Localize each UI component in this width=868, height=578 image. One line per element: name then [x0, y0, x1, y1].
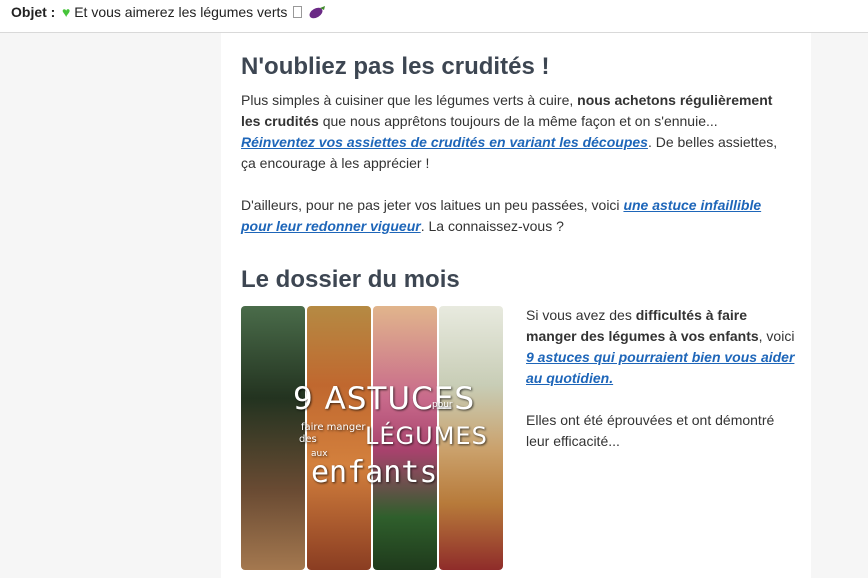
image-title-astuces: 9 ASTUCES	[293, 381, 475, 417]
subject-label: Objet :	[11, 4, 56, 20]
neuf-astuces-link[interactable]: 9 astuces qui pourraient bien vous aider…	[526, 349, 794, 386]
reinventez-assiettes-link[interactable]: Réinventez vos assiettes de crudités en …	[241, 134, 648, 150]
efficacite-paragraph: Elles ont été éprouvées et ont démontré …	[526, 412, 775, 449]
laitues-paragraph: D'ailleurs, pour ne pas jeter vos laitue…	[241, 197, 762, 234]
missing-glyph-icon	[293, 6, 303, 18]
eggplant-icon	[309, 6, 326, 19]
dossier-paragraph: Si vous avez des difficultés à faire man…	[526, 307, 795, 386]
image-strip	[241, 306, 305, 570]
green-heart-icon: ♥	[62, 4, 71, 20]
subject-text: Et vous aimerez les légumes verts	[74, 4, 288, 20]
image-text-legumes: LÉGUMES	[365, 422, 488, 450]
newsletter-card: N'oubliez pas les crudités ! Plus simple…	[221, 33, 811, 578]
image-text-faire-manger: faire manger	[301, 422, 366, 433]
image-text-des: des	[299, 434, 317, 445]
crudites-heading: N'oubliez pas les crudités !	[241, 53, 550, 80]
image-text-enfants: enfants	[311, 455, 438, 490]
astuces-enfants-image[interactable]: 9 ASTUCES pour faire manger des LÉGUMES …	[241, 306, 506, 571]
subject-line: ♥ Et vous aimerez les légumes verts	[62, 0, 326, 24]
email-subject-bar: Objet : ♥ Et vous aimerez les légumes ve…	[0, 0, 868, 33]
dossier-description: Si vous avez des difficultés à faire man…	[526, 305, 801, 452]
image-text-pour: pour	[432, 400, 453, 410]
crudites-paragraph: Plus simples à cuisiner que les légumes …	[241, 92, 778, 171]
dossier-heading: Le dossier du mois	[241, 266, 460, 293]
